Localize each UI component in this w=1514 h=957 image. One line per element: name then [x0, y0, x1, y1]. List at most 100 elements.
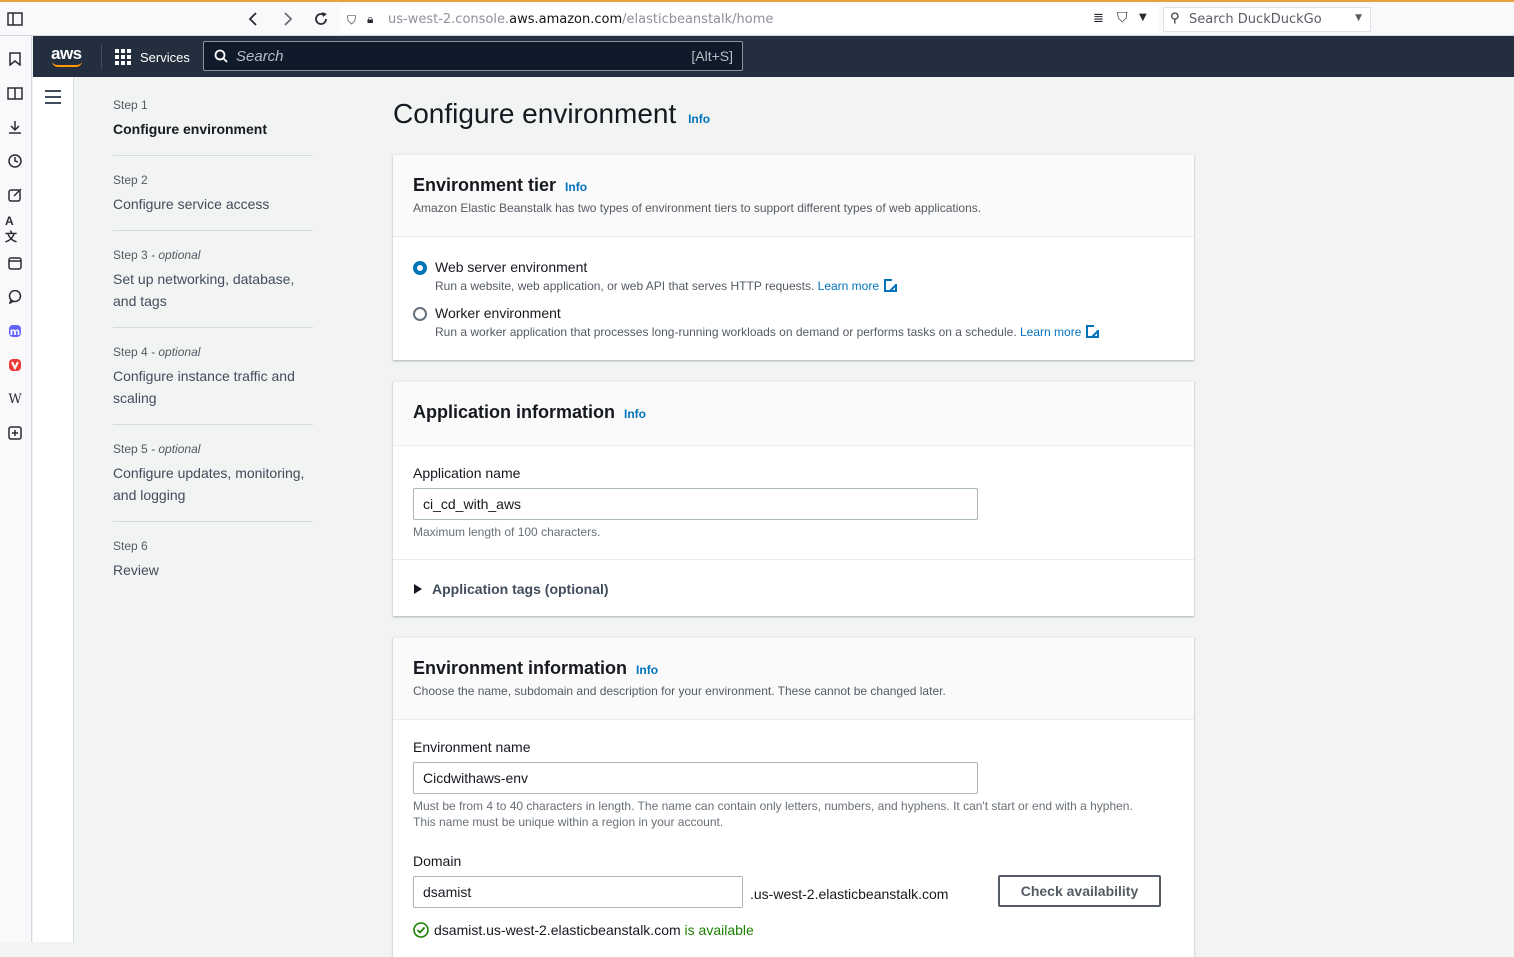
reader-view-icon[interactable]: ≣ [1093, 11, 1104, 26]
application-name-label: Application name [413, 465, 521, 481]
header-divider [101, 44, 102, 69]
ddg-search-input[interactable]: ⚲ Search DuckDuckGo ▼ [1163, 7, 1371, 32]
url-bar[interactable]: ⛉ 🔒︎ us-west-2.console. aws.amazon.com/el… [340, 6, 1158, 33]
domain-input[interactable]: dsamist [413, 876, 743, 908]
menu-icon[interactable] [45, 90, 61, 104]
step-title: Configure updates, monitoring, and loggi… [113, 465, 305, 503]
panel-header: Environment information Info Choose the … [393, 638, 1194, 720]
browser-toolbar: ⛉ 🔒︎ us-west-2.console. aws.amazon.com/el… [0, 0, 1514, 36]
panel-title: Application information Info [413, 402, 647, 422]
panel-header: Application information Info [393, 382, 1194, 446]
svg-text:m: m [10, 327, 20, 338]
wizard-step-3[interactable]: Step 3 - optional Set up networking, dat… [113, 248, 313, 312]
navigation-rail [33, 77, 74, 942]
success-check-icon [413, 922, 429, 938]
bookmark-icon[interactable]: ⛉ [1117, 10, 1128, 26]
divider [393, 559, 1194, 560]
page-title: Configure environment Info [393, 98, 710, 130]
availability-text: is available [684, 922, 754, 938]
wizard-step-4[interactable]: Step 4 - optional Configure instance tra… [113, 345, 313, 409]
application-tags-label: Application tags (optional) [432, 581, 609, 597]
forward-icon[interactable] [277, 8, 299, 30]
lock-icon[interactable]: 🔒︎ [367, 12, 373, 27]
environment-name-unique-hint: This name must be unique within a region… [413, 815, 724, 829]
external-link-icon [884, 278, 899, 292]
panel-description: Amazon Elastic Beanstalk has two types o… [413, 201, 982, 215]
history-icon[interactable] [5, 151, 25, 171]
dropdown-icon[interactable]: ▼ [1139, 12, 1147, 23]
step-divider [113, 155, 313, 156]
back-icon[interactable] [242, 8, 264, 30]
reload-icon[interactable] [310, 8, 332, 30]
step-number: Step 5 - optional [113, 442, 201, 456]
page-title-text: Configure environment [393, 98, 677, 129]
tracking-protection-icon[interactable]: ⛉ [347, 13, 356, 28]
url-path: /elasticbeanstalk/home [622, 12, 774, 27]
wizard-step-6[interactable]: Step 6 Review [113, 539, 313, 581]
application-name-input[interactable]: ci_cd_with_aws [413, 488, 978, 520]
step-title: Configure environment [113, 121, 268, 137]
environment-information-panel: Environment information Info Choose the … [393, 637, 1194, 957]
aws-logo-smile-icon [52, 61, 82, 67]
panel-description: Choose the name, subdomain and descripti… [413, 684, 946, 698]
translate-icon[interactable]: A文 [5, 214, 25, 244]
search-icon [214, 49, 228, 63]
env-info-link[interactable]: Info [636, 663, 658, 677]
search-icon: ⚲ [1170, 11, 1180, 26]
step-divider [113, 424, 313, 425]
services-menu-button[interactable]: Services [115, 45, 190, 69]
panel-header: Environment tier Info Amazon Elastic Bea… [393, 155, 1194, 237]
worker-option-description: Run a worker application that processes … [435, 324, 1101, 339]
wizard-step-2[interactable]: Step 2 Configure service access [113, 173, 313, 215]
sidebar-toggle-icon[interactable] [4, 8, 26, 30]
chat-icon[interactable] [5, 287, 25, 307]
worker-option-title: Worker environment [435, 305, 561, 321]
environment-name-hint: Must be from 4 to 40 characters in lengt… [413, 799, 1133, 813]
web-server-option-description: Run a website, web application, or web A… [435, 278, 899, 293]
application-information-panel: Application information Info Application… [393, 381, 1194, 616]
vivaldi-icon[interactable] [5, 355, 25, 375]
console-search-input[interactable]: Search [Alt+S] [203, 41, 743, 71]
grid-icon [115, 49, 131, 65]
wikipedia-icon[interactable]: W [5, 389, 25, 409]
aws-console-header: aws Services Search [Alt+S] [33, 36, 1514, 77]
app-info-link[interactable]: Info [624, 407, 646, 421]
search-engine-dropdown-icon[interactable]: ▼ [1355, 13, 1362, 23]
notes-icon[interactable] [5, 185, 25, 205]
step-title: Review [113, 562, 159, 578]
step-divider [113, 327, 313, 328]
step-title: Configure instance traffic and scaling [113, 368, 295, 406]
search-shortcut-hint: [Alt+S] [691, 48, 733, 64]
application-name-hint: Maximum length of 100 characters. [413, 525, 601, 539]
environment-name-label: Environment name [413, 739, 531, 755]
worker-radio[interactable] [413, 307, 427, 321]
window-panel-icon[interactable] [5, 253, 25, 273]
services-label: Services [140, 49, 190, 65]
url-host: aws.amazon.com [509, 12, 623, 27]
caret-right-icon [414, 584, 422, 594]
step-number: Step 4 - optional [113, 345, 201, 359]
page-info-link[interactable]: Info [688, 112, 710, 126]
domain-availability-status: dsamist.us-west-2.elasticbeanstalk.com i… [413, 922, 754, 938]
environment-name-input[interactable]: Cicdwithaws-env [413, 762, 978, 794]
wizard-step-5[interactable]: Step 5 - optional Configure updates, mon… [113, 442, 313, 506]
add-panel-icon[interactable] [5, 423, 25, 443]
browser-sidebar: A文 m W [0, 36, 32, 942]
application-tags-expander[interactable]: Application tags (optional) [413, 581, 609, 597]
domain-label: Domain [413, 853, 462, 869]
learn-more-link[interactable]: Learn more [1020, 325, 1081, 339]
wizard-step-1[interactable]: Step 1 Configure environment [113, 98, 313, 140]
bookmarks-icon[interactable] [5, 49, 25, 69]
check-availability-button[interactable]: Check availability [998, 875, 1161, 907]
learn-more-link[interactable]: Learn more [818, 279, 879, 293]
external-link-icon [1086, 324, 1101, 338]
environment-tier-panel: Environment tier Info Amazon Elastic Bea… [393, 154, 1194, 360]
web-server-radio[interactable] [413, 261, 427, 275]
mastodon-icon[interactable]: m [5, 321, 25, 341]
step-number: Step 1 [113, 98, 148, 112]
env-tier-info-link[interactable]: Info [565, 180, 587, 194]
reading-list-icon[interactable] [5, 83, 25, 103]
downloads-icon[interactable] [5, 117, 25, 137]
domain-suffix: .us-west-2.elasticbeanstalk.com [750, 886, 949, 902]
console-search-placeholder: Search [236, 47, 284, 65]
